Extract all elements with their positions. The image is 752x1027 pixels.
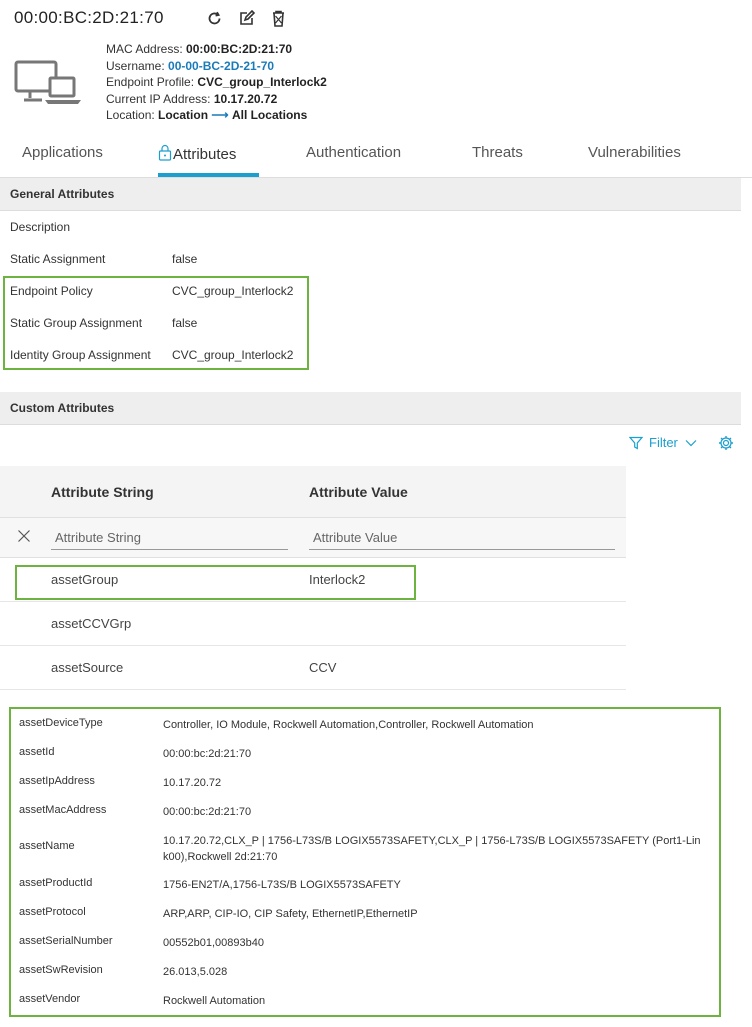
table-row[interactable]: assetCCVGrp [0, 602, 626, 646]
tab-vulnerabilities[interactable]: Vulnerabilities [588, 144, 681, 161]
asset-key: assetSwRevision [19, 964, 103, 976]
asset-value: 00:00:bc:2d:21:70 [163, 806, 252, 818]
attribute-row-static-assignment: Static Assignment false [10, 249, 197, 269]
title-actions [206, 9, 288, 27]
ip-address-line: Current IP Address: 10.17.20.72 [106, 91, 327, 108]
endpoint-device-icon [14, 60, 84, 108]
asset-key: assetSerialNumber [19, 935, 113, 947]
mac-address-label: MAC Address: [106, 42, 183, 56]
cell-attribute-value: CCV [309, 660, 337, 675]
table-header-row: Attribute String Attribute Value [0, 466, 626, 518]
table-row[interactable]: assetSource CCV [0, 646, 626, 690]
filter-label: Filter [649, 435, 678, 450]
custom-attributes-header: Custom Attributes [0, 392, 741, 425]
location-target: All Locations [231, 108, 308, 122]
tab-applications[interactable]: Applications [22, 144, 103, 161]
cell-attribute-string: assetCCVGrp [51, 616, 132, 631]
attribute-key: Static Assignment [10, 252, 106, 266]
endpoint-title-bar: 00:00:BC:2D:21:70 [14, 6, 288, 30]
table-filter-row [0, 518, 626, 558]
edit-icon[interactable] [238, 9, 256, 27]
asset-value: 1756-EN2T/A,1756-L73S/B LOGIX5573SAFETY [163, 879, 401, 891]
asset-key: assetProductId [19, 877, 93, 889]
asset-value: Rockwell Automation [163, 995, 266, 1007]
endpoint-profile-label: Endpoint Profile: [106, 75, 195, 89]
asset-key: assetDeviceType [19, 717, 103, 729]
tab-attributes[interactable]: Attributes [158, 144, 236, 163]
attribute-key: Description [10, 220, 71, 234]
attribute-row-description: Description [10, 217, 70, 237]
asset-value: 10.17.20.72 [163, 777, 222, 789]
tab-bar: Applications Attributes Authentication T… [0, 130, 752, 178]
chevron-down-icon [685, 439, 697, 446]
tab-attributes-label: Attributes [173, 146, 237, 163]
username-link[interactable]: 00-00-BC-2D-21-70 [168, 59, 274, 73]
mac-address-line: MAC Address: 00:00:BC:2D:21:70 [106, 41, 327, 58]
highlight-box-asset-group [15, 565, 416, 600]
asset-key: assetMacAddress [19, 804, 107, 816]
general-attributes-header: General Attributes [0, 178, 741, 211]
cell-attribute-string: assetSource [51, 660, 124, 675]
asset-key: assetIpAddress [19, 775, 95, 787]
active-tab-indicator [158, 173, 259, 177]
endpoint-profile-value: CVC_group_Interlock2 [197, 75, 327, 89]
asset-value: ARP,ARP, CIP-IO, CIP Safety, EthernetIP,… [163, 908, 418, 920]
settings-gear-icon[interactable] [718, 435, 734, 454]
asset-key: assetName [19, 840, 75, 852]
attribute-value-filter-input[interactable] [309, 526, 615, 550]
clear-filter-close-icon[interactable] [17, 529, 33, 545]
asset-value: 10.17.20.72,CLX_P | 1756-L73S/B LOGIX557… [163, 835, 701, 863]
column-header-attribute-value[interactable]: Attribute Value [309, 484, 408, 500]
mac-address-value: 00:00:BC:2D:21:70 [186, 42, 293, 56]
column-header-attribute-string[interactable]: Attribute String [51, 484, 154, 500]
arrow-right-icon: ⟶ [211, 108, 229, 122]
location-value: Location [158, 108, 209, 122]
tab-threats[interactable]: Threats [472, 144, 523, 161]
asset-value: 00552b01,00893b40 [163, 937, 264, 949]
lock-icon [158, 144, 172, 161]
attribute-string-filter-input[interactable] [51, 526, 288, 550]
ip-address-label: Current IP Address: [106, 91, 211, 106]
funnel-icon [629, 436, 643, 450]
asset-key: assetId [19, 746, 55, 758]
asset-value: 26.013,5.028 [163, 966, 228, 978]
location-label: Location: [106, 108, 155, 122]
endpoint-summary: MAC Address: 00:00:BC:2D:21:70 Username:… [106, 41, 327, 124]
endpoint-profile-line: Endpoint Profile: CVC_group_Interlock2 [106, 74, 327, 91]
highlight-box-general [3, 276, 309, 370]
ip-address-value: 10.17.20.72 [213, 91, 278, 106]
refresh-icon[interactable] [206, 9, 224, 27]
attribute-value: false [172, 252, 198, 266]
asset-key: assetVendor [19, 993, 81, 1005]
asset-value: 00:00:bc:2d:21:70 [163, 748, 252, 760]
username-line: Username: 00-00-BC-2D-21-70 [106, 58, 327, 75]
filter-button[interactable]: Filter [629, 435, 697, 450]
page-title: 00:00:BC:2D:21:70 [14, 8, 164, 27]
delete-icon[interactable] [270, 9, 288, 27]
username-label: Username: [106, 58, 165, 73]
tab-authentication[interactable]: Authentication [306, 144, 401, 161]
location-line: Location: Location ⟶ All Locations [106, 107, 327, 124]
asset-value: Controller, IO Module, Rockwell Automati… [163, 719, 534, 731]
asset-key: assetProtocol [19, 906, 86, 918]
